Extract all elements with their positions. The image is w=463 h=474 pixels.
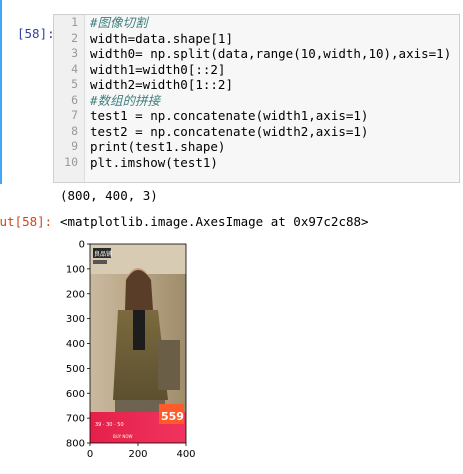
imshow-axes: 559 39 · 30 · 50 BUY NOW 良品铺 0 100 200 300 4… (66, 240, 196, 460)
y-tick-label: 600 (66, 389, 85, 400)
code-line[interactable]: plt.imshow(test1) (90, 155, 451, 171)
line-number: 5 (71, 77, 78, 91)
y-tick-label: 100 (66, 264, 85, 275)
line-number: 7 (71, 108, 78, 122)
code-line[interactable]: width=data.shape[1] (90, 31, 451, 47)
code-line[interactable]: width2=width0[1::2] (90, 77, 451, 93)
y-tick-label: 800 (66, 439, 85, 450)
y-tick-label: 200 (66, 289, 85, 300)
code-comment-line[interactable]: #图像切割 (90, 15, 451, 31)
line-number: 10 (64, 154, 78, 169)
x-axis: 0 200 400 (87, 443, 196, 460)
result-repr: <matplotlib.image.AxesImage at 0x97c2c88… (60, 214, 369, 229)
in-prompt: [58]: (17, 26, 55, 41)
y-tick-label: 500 (66, 364, 85, 375)
y-tick-label: 300 (66, 314, 85, 325)
code-line[interactable]: test1 = np.concatenate(width1,axis=1) (90, 108, 451, 124)
code-comment-line[interactable]: #数组的拼接 (90, 93, 451, 109)
y-tick-label: 400 (66, 339, 85, 350)
image-content: 559 39 · 30 · 50 BUY NOW 良品铺 (90, 244, 186, 443)
stdout-output: (800, 400, 3) (60, 188, 158, 203)
image-logo-text: 良品铺 (94, 250, 112, 258)
line-number: 8 (71, 123, 78, 138)
image-promo-text: 39 · 30 · 50 (95, 422, 124, 428)
line-number: 1 (71, 15, 78, 29)
line-number: 9 (71, 139, 78, 153)
y-tick-label: 0 (79, 240, 85, 251)
x-tick-label: 400 (176, 449, 195, 460)
y-axis: 0 100 200 300 400 500 600 700 800 (66, 240, 90, 450)
y-tick-label: 700 (66, 414, 85, 425)
x-tick-label: 0 (87, 449, 93, 460)
code-line[interactable]: width0= np.split(data,range(10,width,10)… (90, 46, 451, 62)
out-prompt: Out[58]: (0, 214, 53, 229)
line-number-gutter: 1 2 3 4 5 6 7 8 9 10 (54, 15, 85, 182)
image-price-text: 559 (161, 410, 184, 423)
code-line[interactable]: width1=width0[::2] (90, 62, 451, 78)
line-number: 4 (71, 61, 78, 76)
line-number: 3 (71, 46, 78, 60)
cell-selection-bar (0, 0, 2, 184)
line-number: 2 (71, 30, 78, 45)
code-line[interactable]: test2 = np.concatenate(width2,axis=1) (90, 124, 451, 140)
line-number: 6 (71, 92, 78, 107)
code-line[interactable]: print(test1.shape) (90, 139, 451, 155)
code-editor[interactable]: 1 2 3 4 5 6 7 8 9 10 #图像切割 width=data.shape[1] widt… (53, 14, 460, 183)
image-banner-text: BUY NOW (113, 434, 133, 439)
x-tick-label: 200 (128, 449, 147, 460)
code-lines[interactable]: #图像切割 width=data.shape[1] width0= np.split… (90, 15, 451, 170)
